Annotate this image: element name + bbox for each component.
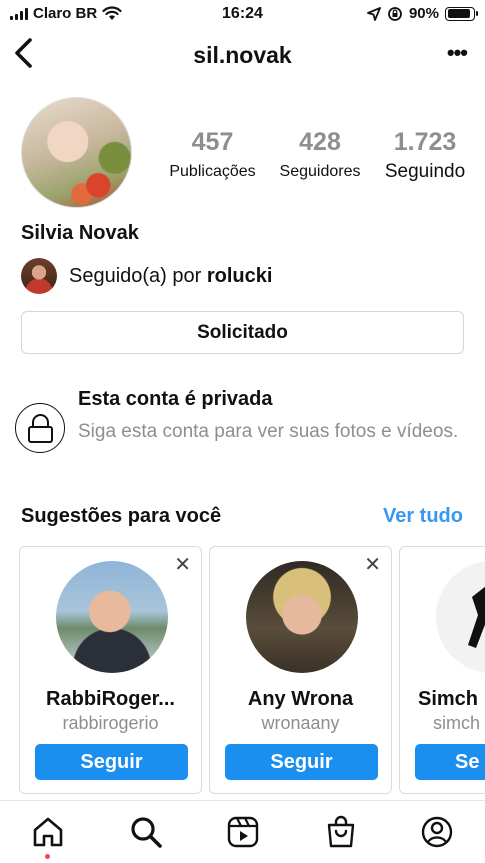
follower-avatar [21, 258, 57, 294]
stat-following[interactable]: 1.723 Seguindo [375, 128, 475, 183]
suggestion-avatar[interactable] [56, 561, 168, 673]
battery-fill [447, 9, 470, 18]
close-icon[interactable]: ✕ [364, 555, 381, 575]
lock-icon [15, 403, 65, 453]
profile-name: Silvia Novak [21, 222, 139, 244]
more-horizontal-icon[interactable]: ••• [447, 40, 468, 66]
follow-button[interactable]: Seguir [225, 744, 378, 780]
private-account-title: Esta conta é privada [78, 388, 273, 410]
battery-icon [445, 6, 478, 21]
followed-by[interactable]: Seguido(a) por rolucki [21, 258, 272, 294]
reels-icon[interactable] [226, 815, 260, 849]
followed-by-text: Seguido(a) por rolucki [69, 265, 272, 288]
profile-icon[interactable] [420, 815, 454, 849]
shop-icon[interactable] [324, 815, 358, 849]
private-account-subtitle: Siga esta conta para ver suas fotos e ví… [78, 421, 459, 442]
followed-by-prefix: Seguido(a) por [69, 264, 202, 287]
posts-count: 457 [191, 128, 234, 156]
suggestion-name: RabbiRoger... [46, 688, 175, 710]
bottom-tab-bar [0, 800, 485, 863]
followers-count: 428 [299, 128, 341, 156]
suggestion-name: Any Wrona [247, 688, 354, 710]
suggestion-username: simch [433, 713, 481, 733]
see-all-link[interactable]: Ver tudo [383, 505, 463, 528]
battery-percent: 90% [408, 5, 439, 22]
profile-stats: 457 Publicações 428 Seguidores 1.723 Seg… [160, 128, 480, 183]
suggestion-avatar[interactable] [436, 561, 485, 673]
follow-button[interactable]: Seguir [35, 744, 188, 780]
stat-posts[interactable]: 457 Publicações [160, 128, 265, 183]
suggestion-name: Simch [418, 688, 479, 710]
status-bar: Claro BR 16:24 90% [0, 0, 485, 28]
page-title: sil.novak [193, 42, 292, 68]
suggestion-username: rabbirogerio [62, 713, 159, 733]
followers-label: Seguidores [279, 163, 361, 180]
home-icon[interactable] [31, 815, 65, 849]
requested-button[interactable]: Solicitado [21, 311, 464, 354]
status-right: 90% [367, 5, 478, 22]
notification-dot [45, 854, 50, 859]
profile-header: sil.novak ••• [0, 30, 485, 78]
follow-button[interactable]: Se [415, 744, 485, 780]
posts-label: Publicações [169, 163, 256, 180]
orientation-lock-icon [388, 6, 402, 21]
close-icon[interactable]: ✕ [174, 555, 191, 575]
suggestion-avatar[interactable] [246, 561, 358, 673]
following-label: Seguindo [384, 161, 466, 182]
followed-by-user: rolucki [206, 264, 273, 287]
suggestion-username: wronaany [261, 713, 340, 733]
suggestion-card[interactable]: Simch simch Se [399, 546, 485, 794]
profile-avatar[interactable] [21, 97, 132, 208]
following-count: 1.723 [393, 128, 457, 156]
stat-followers[interactable]: 428 Seguidores [265, 128, 375, 183]
suggestions-title: Sugestões para você [21, 505, 222, 527]
location-arrow-icon [367, 6, 381, 21]
suggestion-card[interactable]: ✕ RabbiRoger... rabbirogerio Seguir [19, 546, 202, 794]
search-icon[interactable] [129, 815, 163, 849]
suggestion-card[interactable]: ✕ Any Wrona wronaany Seguir [209, 546, 392, 794]
